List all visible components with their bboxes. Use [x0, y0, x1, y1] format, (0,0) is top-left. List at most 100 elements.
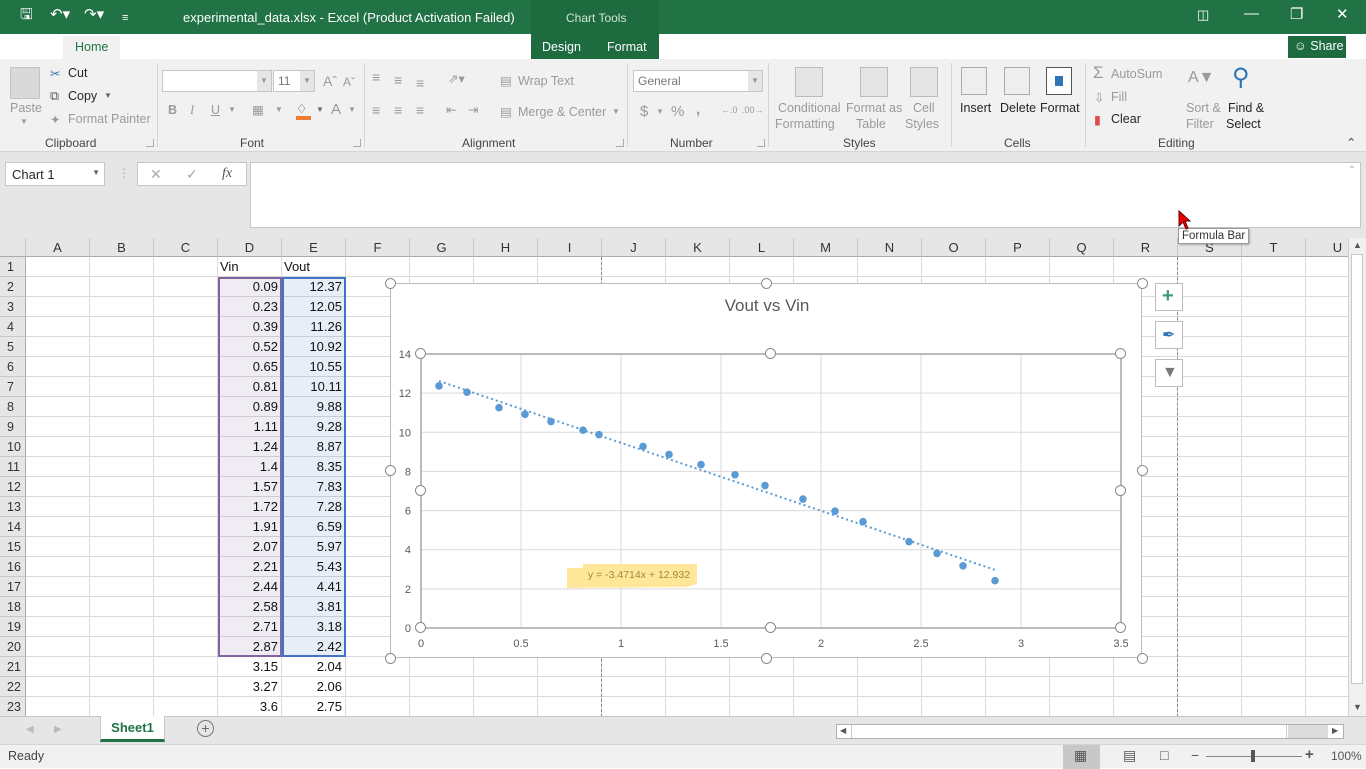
chart-title[interactable]: Vout vs Vin	[725, 296, 810, 315]
cell-vout[interactable]: 12.05	[282, 297, 346, 317]
insert-function-icon[interactable]: fx	[222, 166, 232, 182]
column-header[interactable]: P	[986, 238, 1050, 257]
font-launcher-icon[interactable]	[353, 139, 361, 147]
conditional-formatting-line2[interactable]: Formatting	[775, 117, 835, 131]
row-header[interactable]: 18	[0, 597, 26, 617]
fill-button[interactable]: Fill	[1111, 90, 1127, 104]
cell-vin[interactable]: 3.15	[218, 657, 282, 677]
chart-filters-button[interactable]: ▼	[1155, 359, 1183, 387]
row-header[interactable]: 4	[0, 317, 26, 337]
clear-button[interactable]: Clear	[1111, 112, 1141, 126]
sort-filter-line2[interactable]: Filter	[1186, 117, 1214, 131]
cell-vin[interactable]: 0.81	[218, 377, 282, 397]
cell-header-E[interactable]: Vout	[284, 257, 310, 277]
row-header[interactable]: 1	[0, 257, 26, 277]
minimize-button[interactable]: —	[1244, 5, 1259, 22]
row-header[interactable]: 3	[0, 297, 26, 317]
zoom-slider-thumb[interactable]	[1251, 750, 1255, 762]
close-button[interactable]: ✕	[1336, 5, 1349, 23]
data-point[interactable]	[799, 495, 807, 503]
cell-vout[interactable]: 7.83	[282, 477, 346, 497]
top-align-icon[interactable]: ≡	[372, 69, 380, 85]
cell-vout[interactable]: 10.92	[282, 337, 346, 357]
cell-vin[interactable]: 1.57	[218, 477, 282, 497]
tab-data[interactable]: Data	[367, 39, 393, 55]
column-header[interactable]: T	[1242, 238, 1306, 257]
chart-styles-button[interactable]: ✒	[1155, 321, 1183, 349]
row-header[interactable]: 7	[0, 377, 26, 397]
cell-vin[interactable]: 1.11	[218, 417, 282, 437]
customize-qat-icon[interactable]: ≡	[122, 9, 128, 27]
data-point[interactable]	[665, 450, 673, 459]
tab-design[interactable]: Design	[542, 39, 581, 55]
page-layout-view-icon[interactable]: ▤	[1123, 747, 1136, 764]
underline-button[interactable]: U	[211, 103, 220, 117]
normal-view-button[interactable]: ▦	[1063, 745, 1100, 769]
zoom-out-button[interactable]: −	[1191, 747, 1199, 763]
cell-vin[interactable]: 3.6	[218, 697, 282, 716]
tab-home[interactable]: Home	[63, 36, 121, 59]
cell-vin[interactable]: 1.72	[218, 497, 282, 517]
redo-icon[interactable]: ↷▾	[84, 6, 104, 24]
format-painter-button[interactable]: Format Painter	[68, 112, 151, 126]
column-header[interactable]: L	[730, 238, 794, 257]
scroll-up-icon[interactable]: ▲	[1353, 240, 1362, 250]
chart-resize-handle[interactable]	[760, 652, 772, 664]
tab-format[interactable]: Format	[607, 39, 647, 55]
orientation-icon[interactable]: ⇗▾	[448, 71, 465, 86]
cell-header-D[interactable]: Vin	[220, 257, 239, 277]
cell-vin[interactable]: 0.65	[218, 357, 282, 377]
horizontal-scrollbar[interactable]: ◀ ▶	[836, 724, 1344, 739]
font-size-combo[interactable]: 11 ▼	[273, 70, 315, 92]
scroll-track[interactable]	[1288, 725, 1328, 738]
chart-resize-handle[interactable]	[1136, 652, 1148, 664]
data-point[interactable]	[435, 382, 443, 390]
row-header[interactable]: 20	[0, 637, 26, 657]
collapse-ribbon-icon[interactable]: ⌃	[1346, 135, 1356, 150]
cell-vin[interactable]: 2.71	[218, 617, 282, 637]
scroll-down-icon[interactable]: ▼	[1353, 702, 1362, 712]
cell-vout[interactable]: 8.87	[282, 437, 346, 457]
tab-formulas[interactable]: Formulas	[290, 39, 342, 55]
cell-vin[interactable]: 3.27	[218, 677, 282, 697]
sheet-tab-sheet1[interactable]: Sheet1	[100, 716, 165, 742]
italic-button[interactable]: I	[190, 103, 194, 118]
data-point[interactable]	[463, 388, 471, 396]
cell-vin[interactable]: 0.23	[218, 297, 282, 317]
cell-vout[interactable]: 11.26	[282, 317, 346, 337]
cancel-icon[interactable]: ✕	[150, 166, 162, 183]
sort-filter-button[interactable]: Sort &	[1186, 101, 1221, 115]
data-point[interactable]	[595, 430, 603, 439]
increase-indent-icon[interactable]: ⇥	[468, 102, 478, 117]
font-name-combo[interactable]: ▼	[162, 70, 272, 92]
cell-vin[interactable]: 0.52	[218, 337, 282, 357]
cell-vout[interactable]: 5.97	[282, 537, 346, 557]
trendline-equation[interactable]: y = -3.4714x + 12.932	[588, 569, 690, 581]
cell-vin[interactable]: 0.89	[218, 397, 282, 417]
row-header[interactable]: 14	[0, 517, 26, 537]
middle-align-icon[interactable]: ≡	[394, 72, 402, 88]
cell-vin[interactable]: 2.07	[218, 537, 282, 557]
ribbon-display-options-icon[interactable]: ◫	[1197, 7, 1209, 23]
decrease-font-icon[interactable]: Aˇ	[343, 75, 355, 89]
data-point[interactable]	[905, 537, 913, 546]
tab-review[interactable]: Review	[420, 39, 461, 55]
currency-dropdown-icon[interactable]: ▼	[656, 107, 664, 116]
column-header[interactable]: B	[90, 238, 154, 257]
row-header[interactable]: 19	[0, 617, 26, 637]
plot-area-resize-handle[interactable]	[1114, 484, 1126, 496]
cell-vout[interactable]: 9.28	[282, 417, 346, 437]
row-header[interactable]: 10	[0, 437, 26, 457]
plot-area-resize-handle[interactable]	[414, 621, 426, 633]
row-header[interactable]: 8	[0, 397, 26, 417]
plot-area-resize-handle[interactable]	[414, 484, 426, 496]
row-header[interactable]: 17	[0, 577, 26, 597]
find-select-button[interactable]: Find &	[1228, 101, 1264, 115]
data-point[interactable]	[521, 410, 529, 419]
comma-button[interactable]: ,	[696, 101, 700, 118]
chart-resize-handle[interactable]	[1136, 465, 1148, 476]
autosum-button[interactable]: AutoSum	[1111, 67, 1162, 81]
fill-color-icon[interactable]: ♢	[296, 101, 307, 116]
cell-vout[interactable]: 2.04	[282, 657, 346, 677]
align-center-icon[interactable]: ≡	[394, 102, 402, 118]
